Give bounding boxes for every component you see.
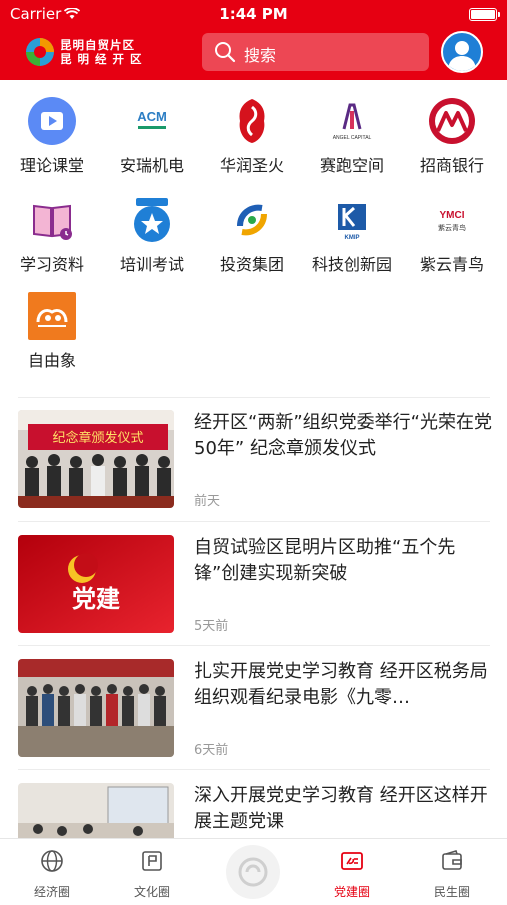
flag-icon xyxy=(142,851,162,871)
news-divider xyxy=(18,645,490,646)
news-thumbnail xyxy=(18,659,174,757)
news-title: 扎实开展党史学习教育 经开区税务局组织观看纪录电影《九零… xyxy=(194,661,488,708)
grid-label: 学习资料 xyxy=(19,255,84,274)
news-time: 5天前 xyxy=(194,619,229,634)
grid-label: 华润圣火 xyxy=(219,156,284,175)
thumb-party-text: 党建 xyxy=(72,585,120,613)
globe-icon xyxy=(41,850,63,872)
header-bar: Carrier 1:44 PM 昆明自贸片区 昆 明 经 开 区 搜索 xyxy=(0,0,507,80)
search-placeholder: 搜索 xyxy=(244,46,277,65)
status-bar: Carrier 1:44 PM xyxy=(0,0,507,28)
user-avatar[interactable] xyxy=(441,31,483,73)
tab-culture[interactable]: 文化圈 xyxy=(102,839,202,901)
grid-item-cmb[interactable]: 招商银行 xyxy=(402,97,502,187)
news-item[interactable]: 扎实开展党史学习教育 经开区税务局组织观看纪录电影《九零… 6天前 xyxy=(18,659,490,781)
star-badge-icon xyxy=(128,196,176,244)
news-title: 深入开展党史学习教育 经开区这样开展主题党课 xyxy=(194,785,488,832)
huarun-logo xyxy=(228,97,276,145)
tab-label: 党建圈 xyxy=(333,885,370,899)
news-thumbnail: 党建 xyxy=(18,535,174,633)
grid-item-huarun[interactable]: 华润圣火 xyxy=(202,97,302,187)
news-time: 前天 xyxy=(194,494,221,509)
news-time: 6天前 xyxy=(194,743,229,758)
tab-livelihood[interactable]: 民生圈 xyxy=(402,839,502,901)
grid-label: 投资集团 xyxy=(219,255,284,274)
grid-item-elephant[interactable]: 自由象 xyxy=(2,292,102,382)
news-title: 经开区“两新”组织党委举行“光荣在党50年” 纪念章颁发仪式 xyxy=(194,412,492,459)
app-logo[interactable]: 昆明自贸片区 昆 明 经 开 区 xyxy=(24,34,144,70)
news-title: 自贸试验区昆明片区助推“五个先锋”创建实现新突破 xyxy=(194,537,456,584)
grid-label: 赛跑空间 xyxy=(319,156,384,175)
news-divider xyxy=(18,769,490,770)
search-bar[interactable]: 搜索 xyxy=(202,33,429,71)
grid-item-saipao[interactable]: ANGEL CAPITAL 赛跑空间 xyxy=(302,97,402,187)
grid-label: 培训考试 xyxy=(119,255,184,274)
party-icon xyxy=(341,852,363,870)
investment-logo xyxy=(228,196,276,244)
grid-label: 自由象 xyxy=(27,351,76,370)
grid-item-ziyun[interactable]: YMCI 紫云青鸟 紫云青鸟 xyxy=(402,196,502,286)
grid-label: 紫云青鸟 xyxy=(419,255,484,274)
grid-item-study-material[interactable]: 学习资料 xyxy=(2,196,102,286)
wallet-icon xyxy=(442,850,462,870)
logo-line1: 昆明自贸片区 xyxy=(60,38,135,52)
grid-item-investment-group[interactable]: 投资集团 xyxy=(202,196,302,286)
logo-text: 昆明自贸片区 昆 明 经 开 区 xyxy=(60,38,143,66)
news-divider xyxy=(18,521,490,522)
angel-logo-text: ANGEL CAPITAL xyxy=(333,135,372,141)
video-play-icon xyxy=(28,97,76,145)
tab-economy[interactable]: 经济圈 xyxy=(2,839,102,901)
news-thumbnail: 纪念章颁发仪式 xyxy=(18,410,174,508)
news-item[interactable]: 纪念章颁发仪式 经开区“两新”组织党委举行“光荣在党50年” 纪念章颁发仪式 前… xyxy=(18,410,492,532)
section-divider xyxy=(18,397,490,398)
ymci-logo-subtext: 紫云青鸟 xyxy=(438,223,466,232)
tab-label: 经济圈 xyxy=(33,885,70,899)
grid-item-training-exam[interactable]: 培训考试 xyxy=(102,196,202,286)
bottom-tab-bar: 经济圈 文化圈 党建圈 民生圈 xyxy=(0,838,507,901)
user-silhouette-icon xyxy=(448,41,476,71)
app-logo-icon xyxy=(26,38,54,66)
clock-label: 1:44 PM xyxy=(219,5,288,23)
center-home-button[interactable] xyxy=(226,845,280,899)
ymci-logo: YMCI 紫云青鸟 xyxy=(428,196,476,244)
battery-icon xyxy=(469,8,500,21)
book-icon xyxy=(28,196,76,244)
grid-label: 安瑞机电 xyxy=(119,156,184,175)
grid-label: 科技创新园 xyxy=(311,255,392,274)
elephant-logo xyxy=(28,292,76,340)
ymci-logo-text: YMCI xyxy=(440,210,465,221)
news-item[interactable]: 党建 自贸试验区昆明片区助推“五个先锋”创建实现新突破 5天前 xyxy=(18,535,490,657)
cmb-logo xyxy=(428,97,476,145)
tab-label: 文化圈 xyxy=(133,885,170,899)
grid-item-anrui[interactable]: ACM 安瑞机电 xyxy=(102,97,202,187)
thumb-banner-text: 纪念章颁发仪式 xyxy=(52,430,143,446)
kmip-logo-text: KMIP xyxy=(345,235,360,241)
grid-item-theory-class[interactable]: 理论课堂 xyxy=(2,97,102,187)
acm-logo: ACM xyxy=(128,97,176,145)
tab-label: 民生圈 xyxy=(433,885,470,899)
kmip-logo: KMIP xyxy=(328,196,376,244)
acm-logo-text: ACM xyxy=(137,109,167,124)
logo-line2: 昆 明 经 开 区 xyxy=(60,52,143,66)
grid-label: 招商银行 xyxy=(419,156,484,175)
search-icon xyxy=(215,42,236,63)
swirl-logo-icon xyxy=(238,857,268,887)
grid-item-tech-park[interactable]: KMIP 科技创新园 xyxy=(302,196,402,286)
grid-label: 理论课堂 xyxy=(19,156,84,175)
tab-party-building[interactable]: 党建圈 xyxy=(302,839,402,901)
angel-capital-logo: ANGEL CAPITAL xyxy=(328,97,376,145)
